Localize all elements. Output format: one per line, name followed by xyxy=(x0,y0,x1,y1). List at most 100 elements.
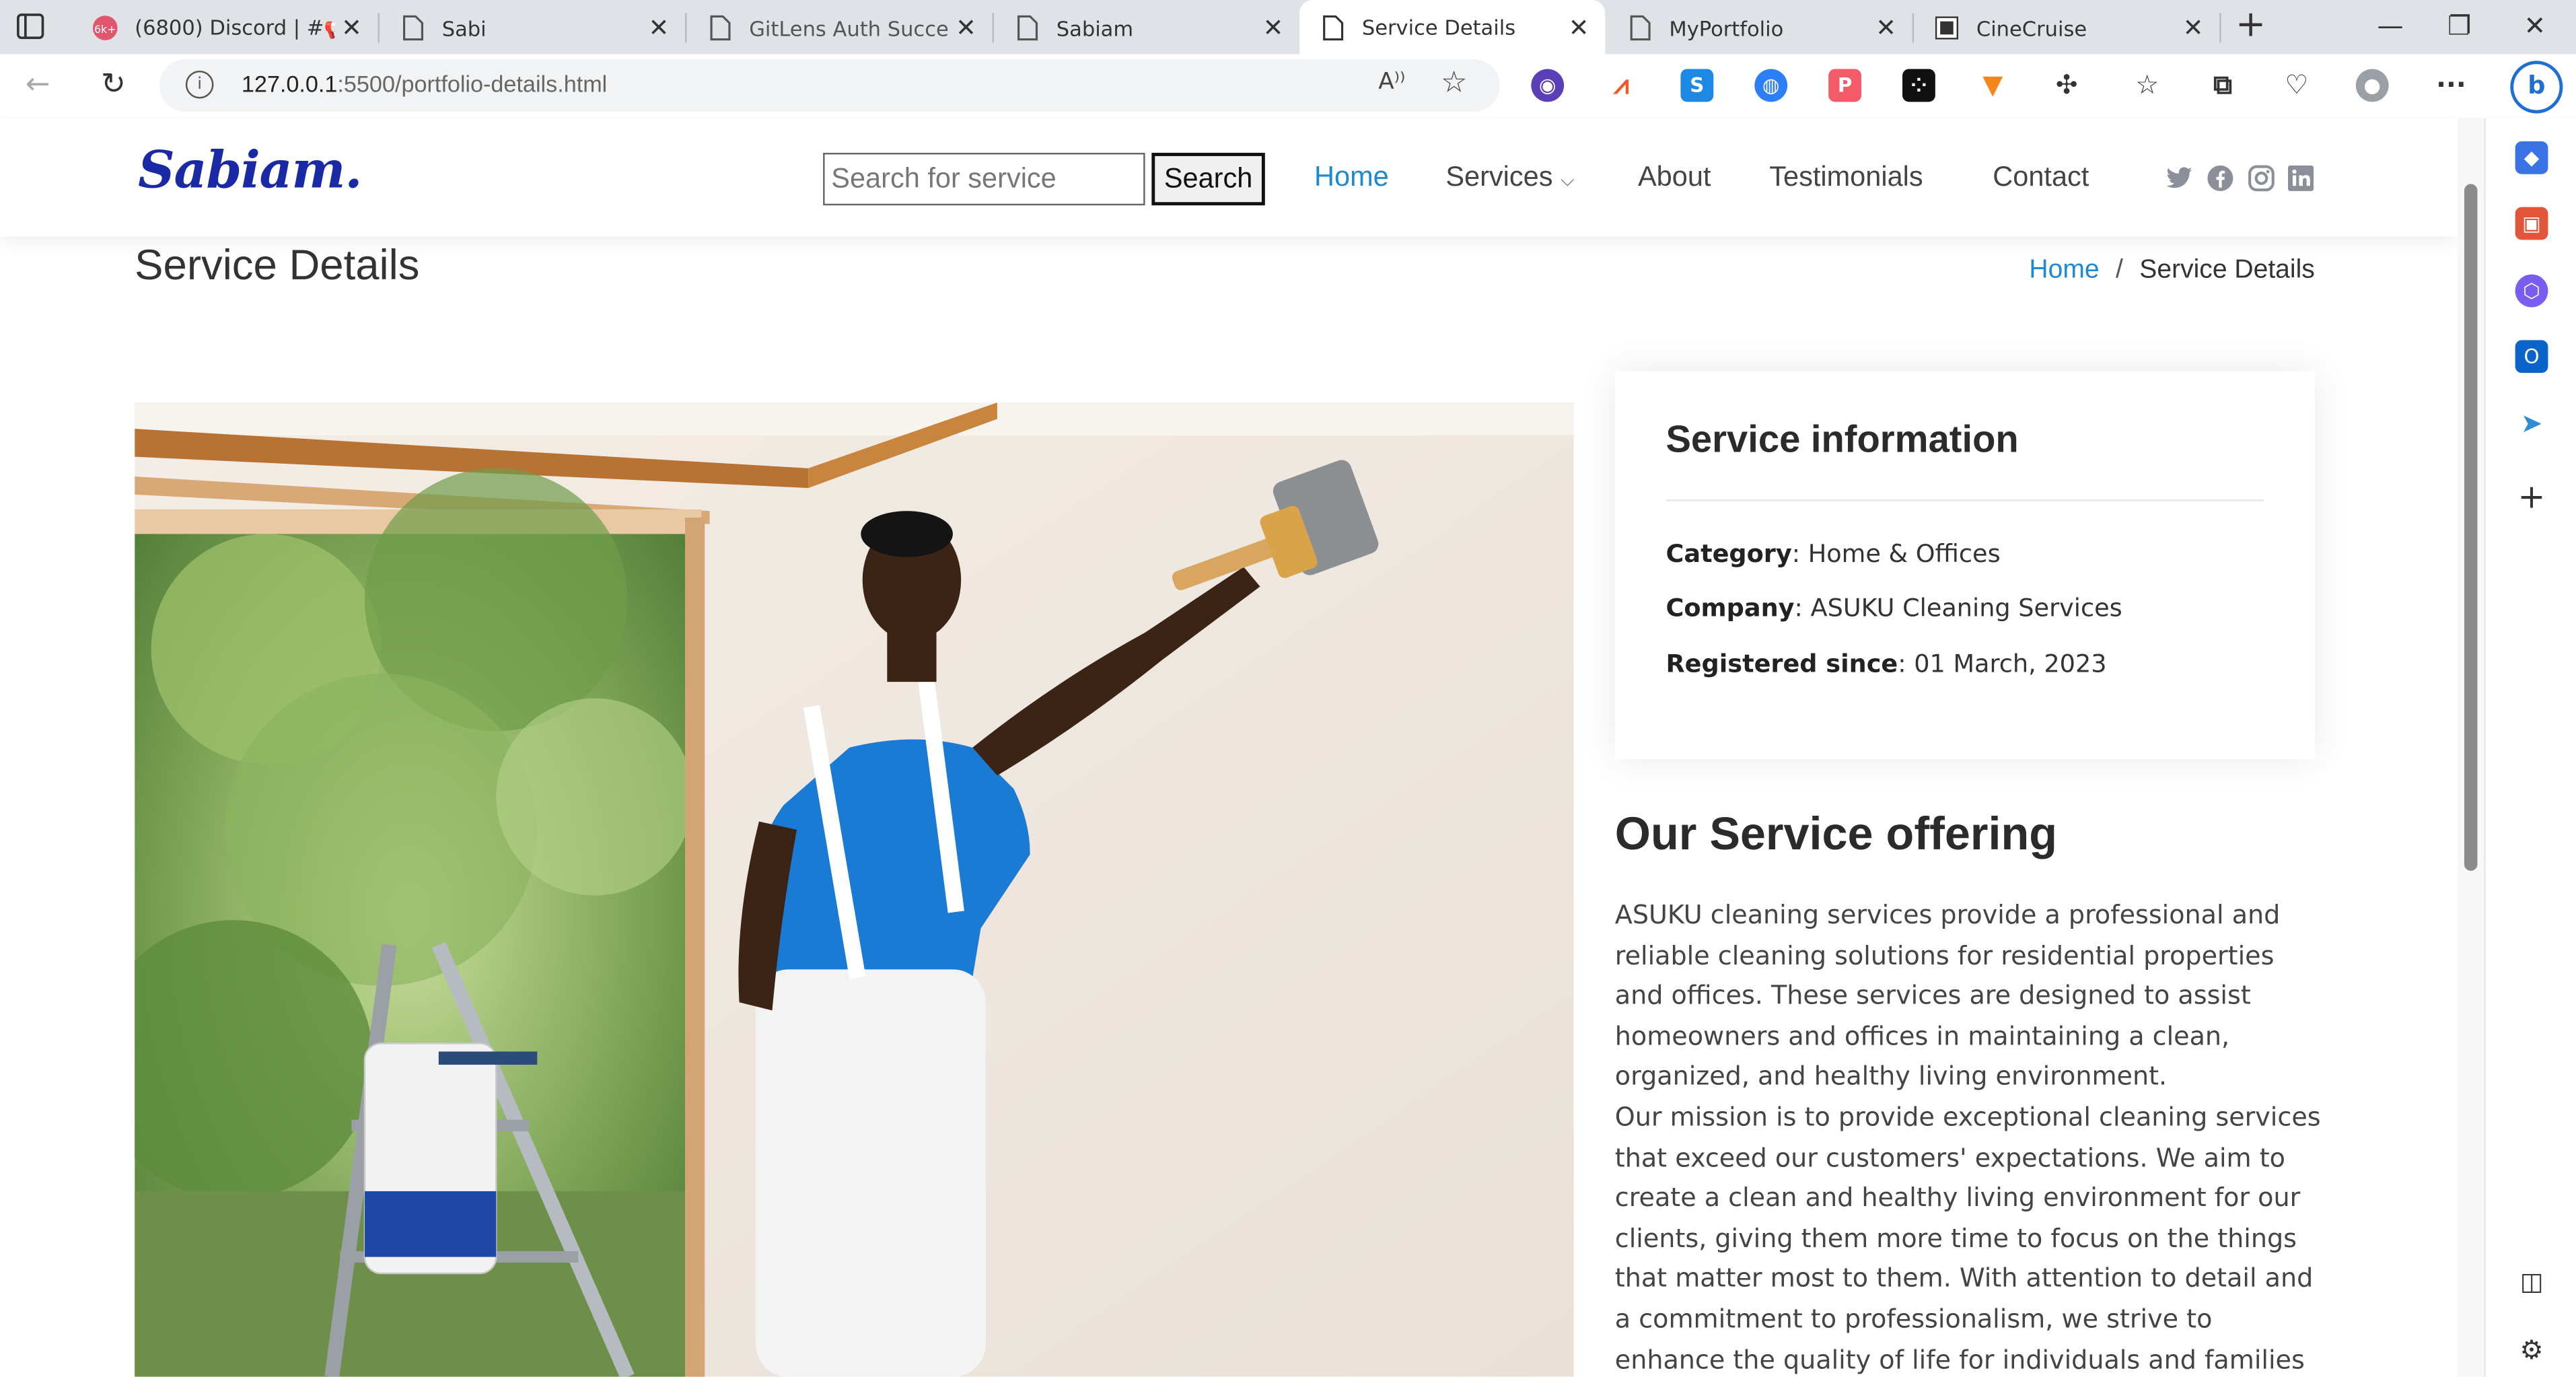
tab-discord[interactable]: 6k+ (6800) Discord | #📢 ✕ xyxy=(72,13,380,43)
info-label: Registered since xyxy=(1666,649,1898,679)
collections-icon[interactable]: ⧉ xyxy=(2207,69,2240,102)
service-info-heading: Service information xyxy=(1666,417,2019,460)
breadcrumb: Home / Service Details xyxy=(2029,256,2314,286)
search-input[interactable] xyxy=(823,153,1145,206)
divider xyxy=(1666,499,2264,501)
more-menu-icon[interactable]: ··· xyxy=(2435,69,2468,102)
service-hero-image xyxy=(135,402,1574,1377)
browser-toolbar: ← ↻ i 127.0.0.1:5500/portfolio-details.h… xyxy=(0,54,2576,120)
site-header: Sabiam. Search Home Services ⌵ About Tes… xyxy=(0,118,2458,237)
tab-myportfolio[interactable]: MyPortfolio ✕ xyxy=(1607,13,1915,43)
read-aloud-icon[interactable]: A⁾⁾ xyxy=(1378,69,1405,96)
info-row-registered: Registered since: 01 March, 2023 xyxy=(1666,649,2106,678)
close-tab-icon[interactable]: ✕ xyxy=(1563,12,1596,42)
extension-copilot-icon[interactable]: ◉ xyxy=(1531,69,1565,102)
breadcrumb-current: Service Details xyxy=(2139,256,2315,285)
info-row-category: Category: Home & Offices xyxy=(1666,539,2000,569)
tab-title: MyPortfolio xyxy=(1669,15,1784,40)
site-logo[interactable]: Sabiam. xyxy=(138,141,363,201)
instagram-icon[interactable] xyxy=(2248,164,2276,192)
extension-s-icon[interactable]: S xyxy=(1680,69,1714,102)
tab-service-details[interactable]: Service Details ✕ xyxy=(1299,0,1606,55)
performance-heart-icon[interactable]: ♡ xyxy=(2281,69,2314,102)
info-value: : ASUKU Cleaning Services xyxy=(1794,593,2122,623)
tab-cinecruise[interactable]: CineCruise ✕ xyxy=(1914,13,2221,43)
web-page: Sabiam. Search Home Services ⌵ About Tes… xyxy=(0,118,2458,1377)
extension-angle-icon[interactable]: ⩘ xyxy=(1605,69,1638,102)
info-value: : Home & Offices xyxy=(1791,538,2001,569)
reload-icon[interactable]: ↻ xyxy=(92,64,135,106)
offering-paragraph: ASUKU cleaning services provide a profes… xyxy=(1614,900,2281,1092)
tab-gitlens[interactable]: GitLens Auth Success ✕ xyxy=(686,13,994,43)
page-icon xyxy=(707,15,733,41)
restore-icon[interactable]: ❐ xyxy=(2435,10,2484,41)
tab-title: CineCruise xyxy=(1976,15,2087,40)
sidebar-send-icon[interactable]: ➤ xyxy=(2515,407,2548,440)
close-tab-icon[interactable]: ✕ xyxy=(335,13,368,43)
svg-text:6k+: 6k+ xyxy=(94,23,116,36)
breadcrumb-separator: / xyxy=(2116,256,2123,285)
sidebar-settings-icon[interactable]: ⚙ xyxy=(2515,1334,2548,1367)
page-title: Service Details xyxy=(135,240,420,289)
tab-actions-icon[interactable] xyxy=(16,13,44,40)
extension-metamask-icon[interactable]: ▼ xyxy=(1976,69,2009,102)
nav-services[interactable]: Services ⌵ xyxy=(1445,161,1574,194)
close-tab-icon[interactable]: ✕ xyxy=(643,13,676,43)
minimize-icon[interactable]: — xyxy=(2365,10,2414,41)
extension-pocket-icon[interactable]: P xyxy=(1828,69,1861,102)
close-tab-icon[interactable]: ✕ xyxy=(2177,13,2210,43)
back-icon[interactable]: ← xyxy=(16,64,59,106)
bing-copilot-icon[interactable]: b xyxy=(2510,61,2563,114)
browser-tab-bar: 6k+ (6800) Discord | #📢 ✕ Sabi ✕ GitLens… xyxy=(0,0,2576,55)
facebook-icon[interactable] xyxy=(2207,164,2235,192)
extensions-puzzle-icon[interactable]: ✣ xyxy=(2050,69,2083,102)
new-tab-button[interactable]: + xyxy=(2231,6,2270,46)
sidebar-outlook-icon[interactable]: O xyxy=(2515,340,2548,374)
nav-home[interactable]: Home xyxy=(1314,161,1389,194)
service-info-card: Service information Category: Home & Off… xyxy=(1614,371,2315,759)
scrollbar-thumb[interactable] xyxy=(2464,184,2478,871)
page-icon xyxy=(1626,15,1653,41)
address-bar[interactable]: i 127.0.0.1:5500/portfolio-details.html … xyxy=(159,59,1500,112)
nav-contact[interactable]: Contact xyxy=(1993,161,2089,194)
sidebar-split-icon[interactable]: ◫ xyxy=(2515,1265,2548,1298)
tab-title: (6800) Discord | #📢 xyxy=(135,14,336,40)
twitter-icon[interactable] xyxy=(2166,164,2194,192)
sidebar-add-icon[interactable]: + xyxy=(2515,480,2548,513)
tab-title: Sabi xyxy=(441,15,487,40)
linkedin-icon[interactable] xyxy=(2287,164,2315,192)
close-tab-icon[interactable]: ✕ xyxy=(950,13,982,43)
info-label: Company xyxy=(1666,593,1795,623)
offering-paragraph: Our mission is to provide exceptional cl… xyxy=(1614,1102,2321,1375)
nav-testimonials[interactable]: Testimonials xyxy=(1769,161,1923,194)
page-icon xyxy=(1319,14,1345,40)
url-text: 127.0.0.1:5500/portfolio-details.html xyxy=(241,70,608,98)
chevron-down-icon: ⌵ xyxy=(1561,170,1575,191)
tab-sabiam[interactable]: Sabiam ✕ xyxy=(994,13,1301,43)
tab-title: Service Details xyxy=(1361,14,1516,40)
close-tab-icon[interactable]: ✕ xyxy=(1869,13,1902,43)
favorite-star-icon[interactable]: ☆ xyxy=(1441,66,1467,100)
tab-sabi[interactable]: Sabi ✕ xyxy=(380,13,687,43)
service-offering-text: ASUKU cleaning services provide a profes… xyxy=(1615,896,2322,1377)
service-offering-heading: Our Service offering xyxy=(1614,808,2057,859)
extension-globe-icon[interactable]: ◍ xyxy=(1754,69,1788,102)
nav-about[interactable]: About xyxy=(1638,161,1711,194)
tab-title: GitLens Auth Success xyxy=(749,15,950,40)
sidebar-office-icon[interactable]: ⬡ xyxy=(2515,274,2548,308)
page-icon xyxy=(1013,15,1040,41)
favorites-list-icon[interactable]: ☆ xyxy=(2131,69,2163,102)
extension-dice-icon[interactable]: ⁘ xyxy=(1902,69,1935,102)
info-row-company: Company: ASUKU Cleaning Services xyxy=(1666,593,2122,623)
close-tab-icon[interactable]: ✕ xyxy=(1257,13,1290,43)
sidebar-briefcase-icon[interactable]: ▣ xyxy=(2515,207,2548,240)
search-button[interactable]: Search xyxy=(1151,153,1265,206)
site-info-icon[interactable]: i xyxy=(185,70,214,99)
browser-sidebar: ◆ ▣ ⬡ O ➤ + ◫ ⚙ xyxy=(2484,118,2576,1377)
profile-avatar-icon[interactable]: ● xyxy=(2355,69,2389,102)
info-value: : 01 March, 2023 xyxy=(1898,649,2107,679)
close-window-icon[interactable]: ✕ xyxy=(2510,10,2559,41)
page-scrollbar[interactable] xyxy=(2458,118,2484,1377)
breadcrumb-home-link[interactable]: Home xyxy=(2029,256,2099,285)
sidebar-tag-icon[interactable]: ◆ xyxy=(2515,141,2548,174)
